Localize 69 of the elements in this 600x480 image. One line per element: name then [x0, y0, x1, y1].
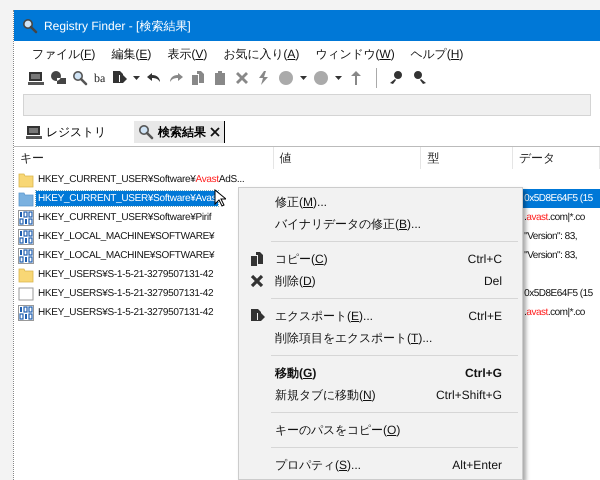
binary-value-icon — [18, 248, 34, 264]
column-header[interactable]: 値 — [274, 147, 422, 169]
copy-icon — [249, 251, 265, 267]
shortcut-label: Ctrl+E — [468, 308, 503, 325]
registry-icon[interactable] — [28, 70, 44, 86]
context-menu-item[interactable]: 移動(G) Ctrl+G — [239, 362, 522, 384]
context-menu-item[interactable]: 修正(M)... — [239, 191, 522, 213]
tab[interactable]: レジストリ — [22, 121, 110, 143]
data-value: .avast.com|*.co — [524, 211, 585, 225]
key-path[interactable]: HKEY_LOCAL_MACHINE¥SOFTWARE¥ — [36, 229, 216, 244]
search-icon — [138, 124, 154, 140]
menu-item[interactable]: ヘルプ(H) — [410, 45, 464, 63]
delete-icon — [249, 273, 265, 289]
shortcut-label: Ctrl+G — [464, 365, 503, 382]
window-title: Registry Finder - [検索結果] — [44, 18, 191, 34]
shortcut-label: Ctrl+Shift+G — [436, 387, 503, 404]
empty-value-icon — [18, 286, 34, 302]
mouse-cursor-icon — [214, 189, 226, 207]
binary-value-icon — [18, 304, 34, 320]
context-menu-item[interactable]: プロパティ(S)... Alt+Enter — [239, 454, 522, 476]
binary-value-icon — [18, 210, 34, 226]
shortcut-label: Ctrl+C — [468, 251, 503, 268]
menu-item[interactable]: お気に入り(A) — [223, 45, 300, 63]
key-path[interactable]: HKEY_USERS¥S-1-5-21-3279507131-42 — [36, 267, 216, 282]
context-menu-item[interactable]: エクスポート(E)... Ctrl+E — [239, 305, 522, 327]
folder-icon — [18, 190, 34, 206]
key-path[interactable]: HKEY_CURRENT_USER¥Software¥Pirif — [36, 210, 214, 225]
menu-item[interactable]: 編集(E) — [111, 45, 152, 63]
column-header[interactable]: データ — [513, 147, 600, 169]
case-toggle[interactable]: ba — [94, 68, 106, 86]
export-icon — [249, 308, 265, 324]
data-value: 0x5D8E64F5 (15 — [524, 287, 593, 301]
data-value: "Version": 83, — [524, 230, 578, 244]
column-header[interactable]: キー — [14, 147, 274, 169]
copy-icon[interactable] — [190, 70, 206, 86]
menu-item[interactable]: 表示(V) — [167, 45, 208, 63]
key-path[interactable]: HKEY_LOCAL_MACHINE¥SOFTWARE¥ — [36, 248, 216, 263]
context-menu-item[interactable]: キーのパスをコピー(O) — [239, 419, 522, 441]
tab[interactable]: 検索結果 — [134, 121, 225, 143]
data-value: 0x5D8E64F5 (15 — [524, 192, 593, 206]
context-menu-item[interactable]: バイナリデータの修正(B)... — [239, 213, 522, 235]
menu-item[interactable]: ウィンドウ(W) — [315, 45, 395, 63]
folder-icon — [18, 266, 34, 282]
menu-item[interactable]: ファイル(F) — [32, 45, 96, 63]
shortcut-label: Del — [484, 273, 503, 290]
dropdown-caret-icon[interactable] — [133, 76, 140, 80]
key-path[interactable]: HKEY_USERS¥S-1-5-21-3279507131-42 — [36, 286, 216, 301]
registry-icon[interactable] — [26, 124, 42, 140]
context-menu-item[interactable]: 削除(D) Del — [239, 270, 522, 292]
export-icon[interactable] — [111, 70, 128, 86]
dropdown-caret-icon[interactable] — [335, 76, 342, 80]
search-icon — [72, 70, 88, 86]
key-path[interactable]: HKEY_CURRENT_USER¥Software¥Avas — [36, 191, 218, 206]
close-icon[interactable] — [210, 127, 220, 137]
context-menu-item[interactable]: コピー(C) Ctrl+C — [239, 248, 522, 270]
key-path[interactable]: HKEY_USERS¥S-1-5-21-3279507131-42 — [36, 305, 216, 320]
shortcut-label: Alt+Enter — [452, 457, 503, 474]
app-search-icon — [22, 18, 38, 34]
key-path[interactable]: HKEY_CURRENT_USER¥Software¥AvastAdS... — [36, 172, 246, 187]
binary-value-icon — [18, 228, 34, 244]
delete-icon[interactable] — [234, 70, 250, 86]
folder-icon — [18, 172, 34, 188]
data-value: .avast.com|*.co — [524, 306, 585, 320]
dropdown-caret-icon[interactable] — [300, 76, 308, 80]
data-value: "Version": 83, — [524, 249, 578, 263]
column-header[interactable]: 型 — [421, 147, 514, 169]
address-field[interactable] — [23, 94, 591, 116]
context-menu-item[interactable]: 削除項目をエクスポート(T)... — [239, 327, 522, 349]
context-menu-item[interactable]: 新規タブに移動(N) Ctrl+Shift+G — [239, 384, 522, 406]
